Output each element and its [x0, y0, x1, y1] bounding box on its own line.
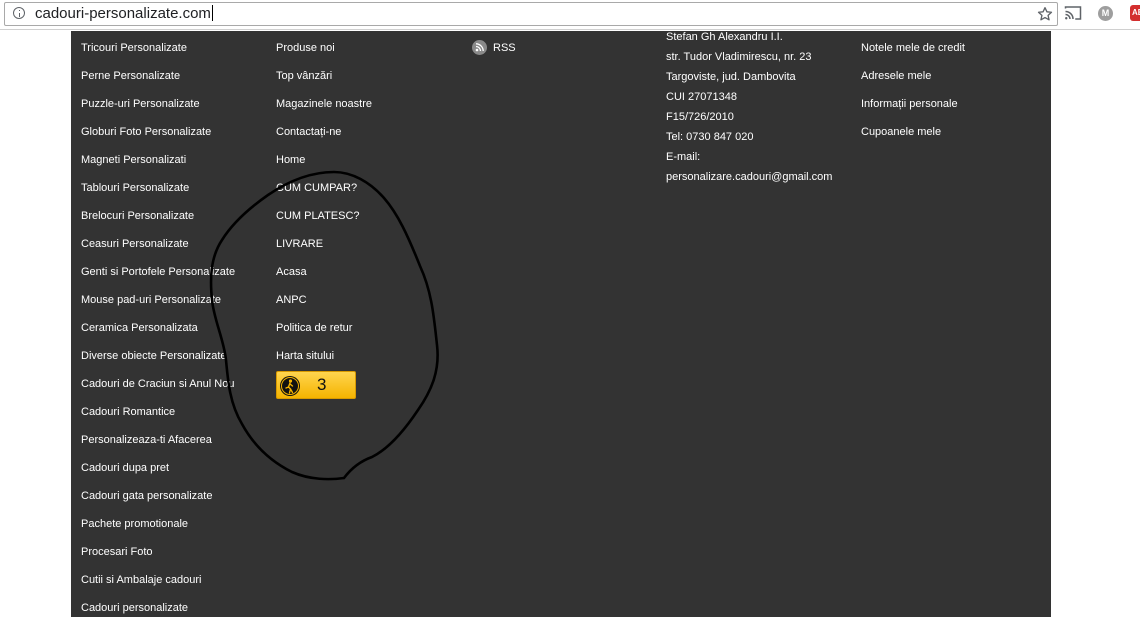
- contact-line: E-mail:: [666, 151, 701, 163]
- category-link[interactable]: Cadouri de Craciun si Anul Nou: [81, 378, 234, 391]
- extension-m-icon[interactable]: M: [1098, 6, 1113, 21]
- contact-line: F15/726/2010: [666, 111, 734, 123]
- category-link[interactable]: Mouse pad-uri Personalizate: [81, 294, 221, 307]
- cast-icon[interactable]: [1064, 5, 1082, 21]
- category-link[interactable]: Ceasuri Personalizate: [81, 238, 189, 251]
- category-link[interactable]: Cadouri dupa pret: [81, 462, 169, 475]
- contact-line: CUI 27071348: [666, 91, 737, 103]
- info-link[interactable]: LIVRARE: [276, 238, 323, 251]
- address-bar[interactable]: cadouri-personalizate.com: [4, 2, 1058, 26]
- category-link[interactable]: Personalizeaza-ti Afacerea: [81, 434, 212, 447]
- info-link[interactable]: Magazinele noastre: [276, 98, 372, 111]
- info-link[interactable]: Top vânzări: [276, 70, 332, 83]
- adblock-icon[interactable]: AB: [1130, 5, 1140, 21]
- info-link[interactable]: Politica de retur: [276, 322, 352, 335]
- category-link[interactable]: Cadouri Romantice: [81, 406, 175, 419]
- info-link[interactable]: CUM PLATESC?: [276, 210, 360, 223]
- category-link[interactable]: Diverse obiecte Personalizate: [81, 350, 227, 363]
- info-link[interactable]: Harta sitului: [276, 350, 334, 363]
- account-link[interactable]: Adresele mele: [861, 70, 931, 83]
- account-link[interactable]: Notele mele de credit: [861, 42, 965, 55]
- rss-icon[interactable]: [472, 40, 487, 55]
- category-link[interactable]: Tricouri Personalizate: [81, 42, 187, 55]
- browser-toolbar: cadouri-personalizate.com M AB: [0, 0, 1140, 30]
- category-link[interactable]: Brelocuri Personalizate: [81, 210, 194, 223]
- info-link[interactable]: ANPC: [276, 294, 307, 307]
- account-link[interactable]: Cupoanele mele: [861, 126, 941, 139]
- star-icon[interactable]: [1037, 6, 1053, 22]
- info-link[interactable]: Contactați-ne: [276, 126, 341, 139]
- info-link[interactable]: Produse noi: [276, 42, 335, 55]
- category-link[interactable]: Cadouri gata personalizate: [81, 490, 212, 503]
- site-footer: Tricouri Personalizate Perne Personalizat…: [71, 31, 1051, 617]
- category-link[interactable]: Tablouri Personalizate: [81, 182, 189, 195]
- info-link[interactable]: Acasa: [276, 266, 307, 279]
- info-link[interactable]: CUM CUMPAR?: [276, 182, 357, 195]
- category-link[interactable]: Globuri Foto Personalizate: [81, 126, 211, 139]
- hiker-icon: [280, 376, 300, 396]
- visitor-badge[interactable]: 3: [276, 371, 356, 399]
- category-link[interactable]: Perne Personalizate: [81, 70, 180, 83]
- email-link[interactable]: personalizare.cadouri@gmail.com: [666, 171, 832, 184]
- category-link[interactable]: Puzzle-uri Personalizate: [81, 98, 200, 111]
- contact-line: Targoviste, jud. Dambovita: [666, 71, 796, 83]
- category-link[interactable]: Cutii si Ambalaje cadouri: [81, 574, 201, 587]
- text-caret: [211, 5, 213, 21]
- rss-link[interactable]: RSS: [493, 42, 516, 55]
- contact-line: str. Tudor Vladimirescu, nr. 23: [666, 51, 812, 63]
- category-link[interactable]: Procesari Foto: [81, 546, 153, 559]
- badge-count: 3: [317, 375, 327, 394]
- category-link[interactable]: Pachete promotionale: [81, 518, 188, 531]
- category-link[interactable]: Genti si Portofele Personalizate: [81, 266, 235, 279]
- account-link[interactable]: Informații personale: [861, 98, 958, 111]
- info-link[interactable]: Home: [276, 154, 305, 167]
- url-text[interactable]: cadouri-personalizate.com: [35, 5, 213, 23]
- info-icon[interactable]: [13, 7, 25, 19]
- contact-line: Tel: 0730 847 020: [666, 131, 754, 143]
- category-link[interactable]: Cadouri personalizate: [81, 602, 188, 615]
- contact-line: Stefan Gh Alexandru I.I.: [666, 31, 783, 43]
- category-link[interactable]: Magneti Personalizati: [81, 154, 186, 167]
- category-link[interactable]: Ceramica Personalizata: [81, 322, 198, 335]
